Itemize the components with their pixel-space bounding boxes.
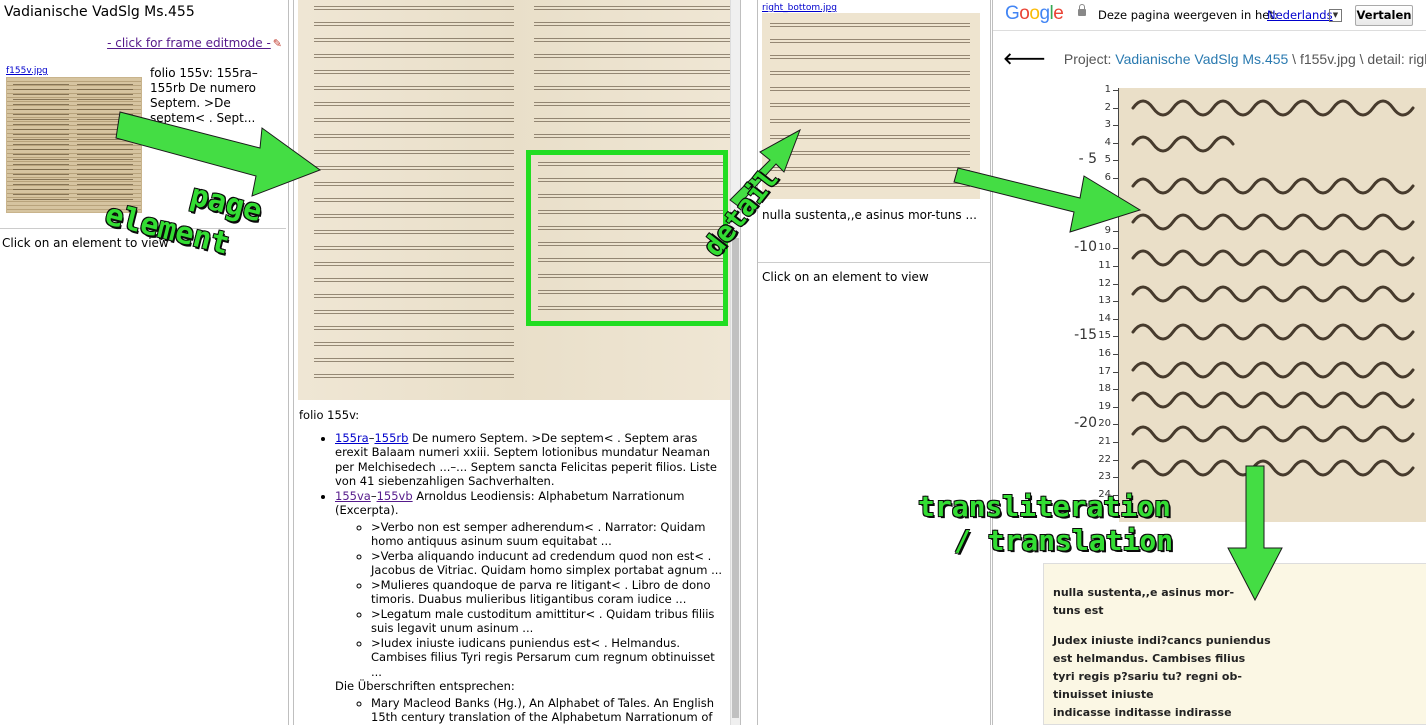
element-caption: nulla sustenta,,e asinus mor-tuns ... <box>762 208 977 222</box>
ruler-tick-label: 11 <box>1098 260 1111 271</box>
sub-list-item: >Verba aliquando inducunt ad credendum q… <box>371 549 729 578</box>
detail-image[interactable] <box>1119 88 1426 522</box>
click-hint: Click on an element to view <box>762 270 929 284</box>
ruler-tick-label: 1 <box>1104 84 1111 95</box>
ruler-tick-label: 3 <box>1104 119 1111 131</box>
project-title: Vadianische VadSlg Ms.455 <box>4 4 195 20</box>
sub-list-item: >Verbo non est semper adherendum< . Narr… <box>371 520 729 549</box>
transliteration-line: tinuisset iniuste <box>1053 688 1154 701</box>
translate-button[interactable]: Vertalen <box>1355 5 1413 26</box>
google-translate-bar: Google Deze pagina weergeven in het: Ned… <box>993 0 1426 31</box>
ruler-tick-label: 14 <box>1098 312 1111 324</box>
panel-spacer <box>1044 564 1426 584</box>
ruler-tick-label: 13 <box>1098 295 1111 307</box>
logo-letter: e <box>1053 3 1064 24</box>
transliteration-line: tyri regis p?sariu tu? regni ob- <box>1053 670 1242 683</box>
breadcrumb-prefix: Project: <box>1063 51 1116 67</box>
ruler-major-label: - 5 <box>1078 151 1097 168</box>
contents-list: 155ra–155rb De numero Septem. >De septem… <box>299 431 729 725</box>
list-item: 155ra–155rb De numero Septem. >De septem… <box>335 431 729 489</box>
ruler-tick-label: 7 <box>1104 189 1111 201</box>
ruler-tick-label: 17 <box>1098 365 1111 377</box>
editmode-link[interactable]: - click for frame editmode - ✎ <box>107 36 282 50</box>
element-image[interactable] <box>762 13 980 199</box>
transliteration-line: Judex iniuste indi?cancs puniendus <box>1053 634 1271 647</box>
page-thumbnail[interactable] <box>6 77 142 213</box>
ruler-major-label: -20 <box>1074 415 1097 432</box>
lock-icon <box>1078 4 1086 16</box>
folio-heading: folio 155v: <box>299 408 360 422</box>
transliteration-panel: nulla sustenta,,e asinus mor- tuns est J… <box>1043 563 1426 725</box>
click-hint: Click on an element to view <box>2 236 169 250</box>
ruler-tick-label: 8 <box>1104 207 1111 219</box>
ruler-tick-label: 16 <box>1098 348 1111 359</box>
breadcrumb: 🡐 Project: Vadianische VadSlg Ms.455 \ f1… <box>1003 48 1426 69</box>
ruler-tick-label: 6 <box>1104 172 1111 183</box>
divider <box>758 262 990 263</box>
logo-letter: g <box>1039 3 1050 24</box>
link-155vb[interactable]: 155vb <box>377 489 413 503</box>
breadcrumb-project-link[interactable]: Vadianische VadSlg Ms.455 <box>1115 51 1288 67</box>
line-ruler: 1 2 3 4 5 6 7 8 9 10 11 12 13 14 15 16 17 18 19 20 21 22 23 24-… <box>1073 84 1119 518</box>
scrollbar-thumb[interactable] <box>732 238 739 718</box>
transliteration-line: est helmandus. Cambises filius <box>1053 652 1246 665</box>
logo-letter: o <box>1019 3 1030 24</box>
scrollbar[interactable] <box>730 0 740 725</box>
list-item: 155va–155vb Arnoldus Leodiensis: Alphabe… <box>335 489 729 725</box>
translate-message: Deze pagina weergeven in het: <box>1098 8 1278 22</box>
ruler-tick-label: 18 <box>1098 383 1111 395</box>
logo-letter: G <box>1005 3 1020 24</box>
selected-element-highlight[interactable] <box>526 150 728 326</box>
frame-detail-view: Google Deze pagina weergeven in het: Ned… <box>992 0 1426 725</box>
ms-text-column-right-top <box>534 0 734 140</box>
link-155va[interactable]: 155va <box>335 489 371 503</box>
ruler-tick-label: 2 <box>1104 101 1111 113</box>
divider <box>0 228 286 229</box>
pencil-icon: ✎ <box>272 37 282 50</box>
sub-list-item: >Legatum male custoditum amittitur< . Qu… <box>371 607 729 636</box>
ruler-tick-label: 23 <box>1098 471 1111 483</box>
sub-list-item: Mary Macleod Banks (Hg.), An Alphabet of… <box>371 696 729 725</box>
headings-note: Die Überschriften entsprechen: <box>335 679 515 693</box>
back-arrow-icon[interactable]: 🡐 <box>1003 48 1046 69</box>
language-select[interactable]: Nederlands <box>1267 8 1333 22</box>
ruler-tick-label: 21 <box>1098 436 1111 447</box>
sub-list-item: >Iudex iniuste iudicans puniendus est< .… <box>371 636 729 680</box>
frame-element-view: right_bottom.jpg nulla sustenta,,e asinu… <box>757 0 991 725</box>
link-155ra[interactable]: 155ra <box>335 431 369 445</box>
transliteration-line: nulla sustenta,,e asinus mor- <box>1053 586 1235 599</box>
thumb-column-right <box>77 84 133 204</box>
ruler-tick-label: 9 <box>1104 224 1111 236</box>
sub-list-item: >Mulieres quandoque de parva re litigant… <box>371 578 729 607</box>
thumbnail-filename-link[interactable]: f155v.jpg <box>6 66 48 76</box>
ruler-tick-label: 12 <box>1098 277 1111 289</box>
ruler-tick-label: 4 <box>1104 136 1111 148</box>
editmode-link-label[interactable]: - click for frame editmode - <box>107 36 271 50</box>
element-text-lines <box>770 17 970 193</box>
ruler-tick-label: 24 <box>1098 488 1111 500</box>
sub-list: >Verbo non est semper adherendum< . Narr… <box>335 520 729 680</box>
transliteration-line <box>1044 620 1426 632</box>
ruler-tick-label: 19 <box>1098 400 1111 412</box>
chevron-down-icon[interactable]: ▼ <box>1329 9 1342 22</box>
detail-handwriting <box>1131 99 1415 477</box>
google-logo: Google <box>1005 3 1064 25</box>
ruler-tick-label: 22 <box>1098 453 1111 465</box>
transliteration-line: indicasse inditasse indirasse <box>1053 706 1232 719</box>
transliteration-line: tuns est <box>1053 604 1104 617</box>
ruler-major-label: -10 <box>1074 239 1097 256</box>
ms-text-column-left <box>314 0 514 390</box>
thumb-column-left <box>13 84 69 204</box>
frame-page-view: folio 155v: 155ra–155rb De numero Septem… <box>293 0 741 725</box>
ruler-major-label: -15 <box>1074 327 1097 344</box>
folio-description: folio 155v: 155ra–155rb De numero Septem… <box>150 66 258 125</box>
logo-letter: o <box>1029 3 1040 24</box>
sub-list: Mary Macleod Banks (Hg.), An Alphabet of… <box>335 696 729 725</box>
element-filename-link[interactable]: right_bottom.jpg <box>762 3 837 13</box>
folio-contents: folio 155v: 155ra–155rb De numero Septem… <box>299 408 729 725</box>
breadcrumb-rest: \ f155v.jpg \ detail: righ <box>1288 51 1426 67</box>
link-155rb[interactable]: 155rb <box>374 431 408 445</box>
frame-project-info: Vadianische VadSlg Ms.455 - click for fr… <box>0 0 289 725</box>
